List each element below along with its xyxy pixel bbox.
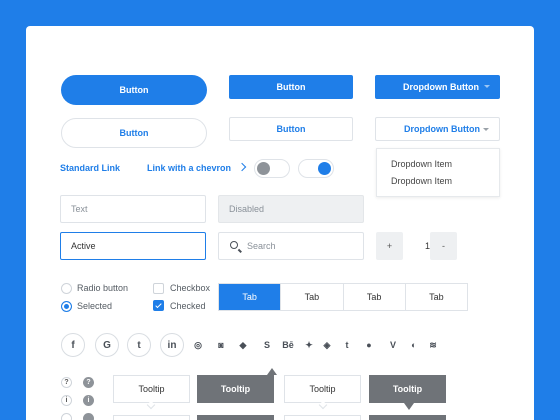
active-input[interactable]: Active	[60, 232, 206, 260]
tooltip-dark: Tooltip	[369, 375, 446, 403]
style-guide-card: Button Button Dropdown Button Button But…	[26, 26, 534, 420]
vimeo-icon[interactable]: V	[386, 338, 400, 352]
standard-link[interactable]: Standard Link	[60, 163, 120, 173]
twitter-icon[interactable]: t	[127, 333, 151, 357]
radio-selected[interactable]	[61, 301, 72, 312]
disabled-input: Disabled	[218, 195, 364, 223]
codepen-icon[interactable]: ◈	[320, 338, 334, 352]
checkbox-checked[interactable]	[153, 300, 164, 311]
toggle-on[interactable]	[298, 159, 334, 178]
question-icon[interactable]: ?	[61, 377, 72, 388]
checkbox-label: Checkbox	[170, 283, 211, 293]
linkedin-icon[interactable]: in	[160, 333, 184, 357]
pill-button-filled[interactable]: Button	[61, 75, 207, 105]
instagram-icon[interactable]: ◙	[214, 338, 228, 352]
tooltip-dark	[197, 415, 274, 420]
tooltip-light: Tooltip	[284, 375, 361, 403]
chevron-link[interactable]: Link with a chevron	[147, 162, 246, 173]
tooltip-light	[284, 415, 361, 420]
info-icon[interactable]: i	[61, 395, 72, 406]
google-icon[interactable]: G	[95, 333, 119, 357]
tooltip-light: Tooltip	[113, 375, 190, 403]
dropdown-button-filled[interactable]: Dropdown Button	[375, 75, 500, 99]
skype-icon[interactable]: S	[260, 338, 274, 352]
behance-icon[interactable]: Bē	[279, 338, 297, 352]
search-input[interactable]: Search	[218, 232, 364, 260]
rss-icon[interactable]: ≋	[426, 338, 440, 352]
vine-icon[interactable]: ◐	[407, 338, 421, 352]
stepper-increment-button[interactable]: +	[376, 232, 403, 260]
radio-unselected[interactable]	[61, 283, 72, 294]
pill-button-outline[interactable]: Button	[61, 118, 207, 148]
tab-bar: Tab Tab Tab Tab	[218, 283, 468, 311]
tab-active[interactable]: Tab	[219, 284, 281, 310]
radio-label: Radio button	[77, 283, 129, 293]
help-icon[interactable]	[83, 413, 94, 420]
check-icon	[155, 301, 162, 309]
caret-down-icon	[484, 85, 490, 88]
toggle-off[interactable]	[254, 159, 290, 178]
toggle-knob	[257, 162, 270, 175]
text-input[interactable]: Text	[60, 195, 206, 223]
question-icon[interactable]: ?	[83, 377, 94, 388]
checkbox-label: Checked	[170, 301, 206, 311]
tab[interactable]: Tab	[404, 284, 467, 310]
dropdown-item[interactable]: Dropdown Item	[391, 176, 452, 186]
toggle-knob	[318, 162, 331, 175]
rect-button-outline[interactable]: Button	[229, 117, 353, 141]
stepper-decrement-button[interactable]: -	[430, 232, 457, 260]
dropbox-icon[interactable]: ◆	[236, 338, 250, 352]
dribbble-icon[interactable]: ◎	[191, 338, 205, 352]
tooltip-light	[113, 415, 190, 420]
checkbox-unchecked[interactable]	[153, 283, 164, 294]
caret-down-icon	[483, 128, 489, 131]
tooltip-arrow	[404, 403, 414, 410]
radio-label: Selected	[77, 301, 113, 311]
info-icon[interactable]: i	[83, 395, 94, 406]
tumblr-icon[interactable]: t	[340, 338, 354, 352]
tooltip-dark	[369, 415, 446, 420]
github-icon[interactable]: ●	[362, 338, 376, 352]
chevron-right-icon	[237, 162, 246, 172]
rect-button-filled[interactable]: Button	[229, 75, 353, 99]
search-icon	[230, 241, 238, 249]
tab[interactable]: Tab	[342, 284, 405, 310]
dropdown-menu: Dropdown Item Dropdown Item	[376, 148, 500, 197]
tooltip-dark: Tooltip	[197, 375, 274, 403]
help-icon[interactable]	[61, 413, 72, 420]
tooltip-arrow	[267, 368, 277, 375]
tab[interactable]: Tab	[280, 284, 342, 310]
dropdown-button-outline[interactable]: Dropdown Button	[375, 117, 500, 141]
yelp-icon[interactable]: ✦	[302, 338, 316, 352]
facebook-icon[interactable]: f	[61, 333, 85, 357]
dropdown-item[interactable]: Dropdown Item	[391, 159, 452, 169]
